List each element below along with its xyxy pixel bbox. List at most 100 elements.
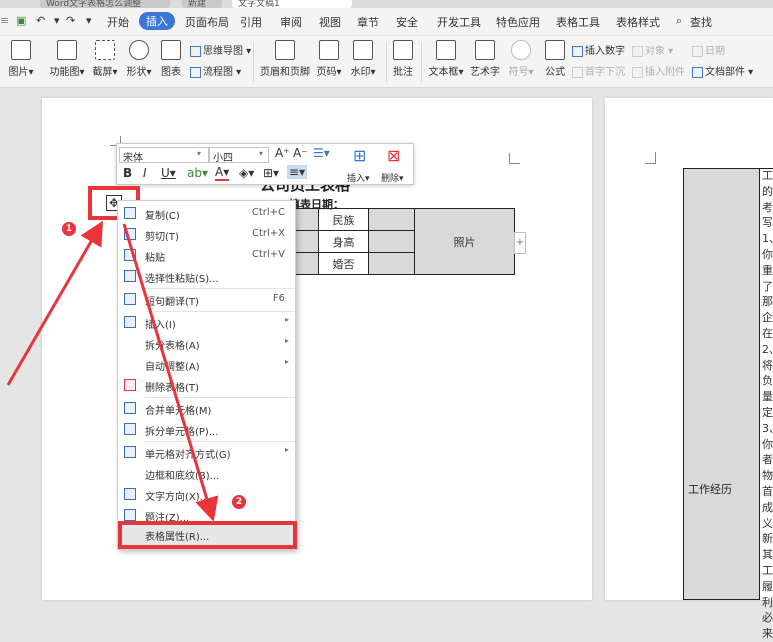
function-chart-icon: [57, 40, 77, 60]
font-name-select[interactable]: 宋体: [119, 147, 209, 164]
menu-home[interactable]: 开始: [107, 14, 129, 30]
table-cell-photo[interactable]: 照片: [414, 208, 515, 275]
delete-table-icon: [124, 379, 136, 391]
mindmap-button[interactable]: 思维导图 ▾: [190, 42, 251, 57]
menu-item-translate[interactable]: 短句翻译(T) F6: [118, 289, 295, 310]
employee-table[interactable]: 民族 照片 身高 婚否: [272, 208, 515, 275]
comment-button[interactable]: 批注: [390, 40, 416, 78]
menu-table-style[interactable]: 表格样式: [616, 14, 660, 30]
screenshot-button[interactable]: 截屏▾: [88, 40, 122, 78]
table-cell-marital[interactable]: 婚否: [318, 252, 369, 275]
line-spacing-icon[interactable]: ☰▾: [313, 146, 330, 160]
menu-insert[interactable]: 插入: [139, 12, 175, 30]
table-cell[interactable]: [368, 230, 415, 253]
font-color-icon[interactable]: A▾: [215, 166, 230, 181]
menu-item-text-direction[interactable]: 文字方向(X)...: [118, 484, 295, 505]
menu-item-merge-cells[interactable]: 合并单元格(M): [118, 398, 295, 419]
menu-view[interactable]: 视图: [319, 14, 341, 30]
redo-icon[interactable]: ↷: [66, 14, 75, 27]
page-number-button[interactable]: 页码▾: [314, 40, 344, 78]
save-icon[interactable]: ▣: [16, 14, 26, 27]
undo-icon[interactable]: ↶: [36, 14, 45, 27]
quick-access-dropdown-icon[interactable]: ▾: [86, 14, 92, 27]
drop-cap-button[interactable]: 首字下沉: [572, 63, 625, 78]
add-column-button[interactable]: +: [514, 232, 526, 254]
menu-security[interactable]: 安全: [396, 14, 418, 30]
menu-item-paste[interactable]: 粘贴 Ctrl+V: [118, 245, 295, 266]
menu-item-cut[interactable]: 剪切(T) Ctrl+X: [118, 224, 295, 245]
menu-item-autofit[interactable]: 自动调整(A) ▸: [118, 354, 295, 375]
title-bar: Word文字表格怎么调整 新建 文字文稿1: [0, 0, 773, 8]
table-cell[interactable]: [368, 208, 415, 231]
menu-reference[interactable]: 引用: [240, 14, 262, 30]
table-cell[interactable]: [368, 252, 415, 275]
menu-developer[interactable]: 开发工具: [437, 14, 481, 30]
insert-button[interactable]: 插入▾: [347, 171, 370, 184]
menu-item-cell-align[interactable]: 单元格对齐方式(G) ▸: [118, 442, 295, 463]
search-icon[interactable]: ⌕: [676, 14, 682, 28]
doc-parts-button[interactable]: 文档部件 ▾: [692, 63, 753, 78]
menu-item-split-cells[interactable]: 拆分单元格(P)...: [118, 419, 295, 440]
attachment-button[interactable]: 插入附件: [632, 63, 685, 78]
highlight-icon[interactable]: ab▾: [187, 166, 208, 180]
chevron-right-icon: ▸: [284, 445, 289, 454]
date-icon: [692, 45, 703, 57]
chart-button[interactable]: 图表: [156, 40, 186, 78]
menu-item-split-table[interactable]: 拆分表格(A) ▸: [118, 333, 295, 354]
document-page-2[interactable]: 工作经历: [605, 98, 773, 600]
new-tab[interactable]: 新建: [182, 0, 222, 8]
menu-item-borders[interactable]: 边框和底纹(B)...: [118, 463, 295, 484]
menu-item-copy[interactable]: 复制(C) Ctrl+C: [118, 203, 295, 224]
caption-icon: [124, 509, 136, 521]
menu-item-delete-table[interactable]: 删除表格(T): [118, 375, 295, 396]
shape-button[interactable]: 形状▾: [122, 40, 156, 78]
search-label[interactable]: 查找: [690, 14, 712, 30]
object-button[interactable]: 对象 ▾: [632, 42, 673, 57]
table-cell-height[interactable]: 身高: [318, 230, 369, 253]
insert-number-button[interactable]: 插入数字: [572, 42, 625, 57]
watermark-button[interactable]: 水印▾: [348, 40, 378, 78]
insert-table-icon[interactable]: ⊞: [353, 146, 366, 165]
chevron-down-icon[interactable]: ▾: [259, 149, 263, 158]
menu-item-insert[interactable]: 插入(I) ▸: [118, 312, 295, 333]
flowchart-button[interactable]: 流程图 ▾: [190, 63, 241, 78]
menu-table-tools[interactable]: 表格工具: [556, 14, 600, 30]
symbol-button[interactable]: 符号▾: [504, 40, 538, 78]
underline-icon[interactable]: U▾: [161, 166, 176, 180]
textbox-button[interactable]: 文本框▾: [426, 40, 466, 78]
picture-button[interactable]: 图片▾: [4, 40, 38, 78]
delete-table-icon[interactable]: ⊠: [387, 146, 400, 165]
table-cell-work-history[interactable]: 工作经历: [683, 168, 760, 600]
shape-icon: [129, 40, 149, 60]
fill-color-icon[interactable]: ◈▾: [239, 166, 254, 180]
delete-button[interactable]: 删除▾: [381, 171, 404, 184]
border-icon[interactable]: ⊞▾: [263, 166, 279, 180]
active-tab[interactable]: 文字文稿1: [232, 0, 352, 8]
function-chart-button[interactable]: 功能图▾: [44, 40, 90, 78]
translate-icon: [124, 293, 136, 305]
header-footer-button[interactable]: 页眉和页脚: [260, 40, 310, 78]
italic-icon[interactable]: I: [143, 166, 147, 180]
align-icon[interactable]: ≡▾: [287, 165, 308, 179]
ribbon-divider: [421, 42, 422, 82]
menu-item-table-properties[interactable]: 表格属性(R)...: [118, 521, 297, 549]
undo-dropdown-icon[interactable]: ▾: [54, 14, 60, 27]
screenshot-icon: [95, 40, 115, 60]
menu-layout[interactable]: 页面布局: [185, 14, 229, 30]
wordart-button[interactable]: 艺术字: [470, 40, 500, 78]
file-menu-icon[interactable]: ≡: [0, 14, 9, 27]
shrink-font-icon[interactable]: A⁻: [293, 146, 308, 160]
grow-font-icon[interactable]: A⁺: [275, 146, 290, 160]
formula-button[interactable]: 公式: [542, 40, 568, 78]
document-tab[interactable]: Word文字表格怎么调整: [40, 0, 170, 8]
bold-icon[interactable]: B: [123, 166, 132, 180]
chevron-down-icon[interactable]: ▾: [197, 149, 201, 158]
date-button[interactable]: 日期: [692, 42, 725, 57]
table-cell-ethnicity[interactable]: 民族: [318, 208, 369, 231]
object-icon: [632, 45, 643, 57]
menu-item-paste-special[interactable]: 选择性粘贴(S)...: [118, 266, 295, 287]
menu-special[interactable]: 特色应用: [496, 14, 540, 30]
context-menu: 复制(C) Ctrl+C 剪切(T) Ctrl+X 粘贴 Ctrl+V 选择性粘贴(S…: [117, 200, 296, 550]
menu-section[interactable]: 章节: [357, 14, 379, 30]
menu-review[interactable]: 审阅: [280, 14, 302, 30]
